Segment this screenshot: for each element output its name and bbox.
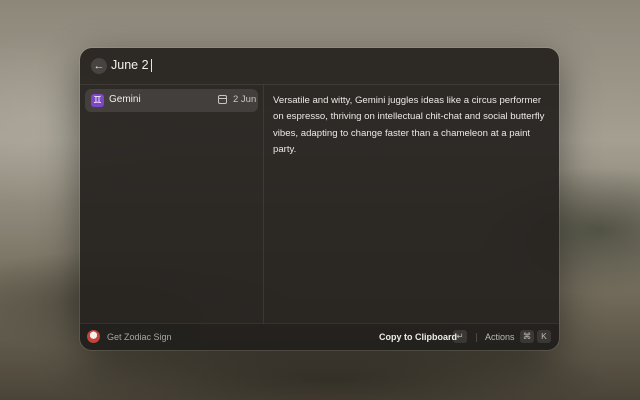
extension-name: Get Zodiac Sign <box>107 332 172 342</box>
search-query: June 2 <box>111 58 149 72</box>
list-item-label: Gemini <box>109 94 141 105</box>
search-input[interactable]: June 2 <box>111 58 152 72</box>
actions-button[interactable]: Actions <box>485 332 515 342</box>
divider <box>476 333 477 342</box>
search-bar: ← June 2 <box>80 48 559 85</box>
action-bar: Get Zodiac Sign Copy to Clipboard ↵ Acti… <box>80 323 559 350</box>
k-key-icon: K <box>537 330 551 343</box>
raycast-window: ← June 2 ♊ Gemini 2 Jun Versatile and wi… <box>80 48 559 350</box>
gemini-icon: ♊ <box>91 94 104 107</box>
back-button[interactable]: ← <box>91 58 107 74</box>
list-item-date: 2 Jun <box>233 94 257 105</box>
command-key-icon: ⌘ <box>520 330 534 343</box>
arrow-left-icon: ← <box>93 59 105 72</box>
zodiac-app-icon <box>87 330 100 343</box>
copy-to-clipboard-button[interactable]: Copy to Clipboard <box>379 332 457 342</box>
results-list: ♊ Gemini 2 Jun <box>80 85 264 324</box>
calendar-icon <box>218 95 227 104</box>
detail-text: Versatile and witty, Gemini juggles idea… <box>273 95 545 155</box>
text-caret <box>150 58 152 72</box>
list-item-gemini[interactable]: ♊ Gemini 2 Jun <box>85 89 258 112</box>
return-key-icon: ↵ <box>453 330 467 343</box>
